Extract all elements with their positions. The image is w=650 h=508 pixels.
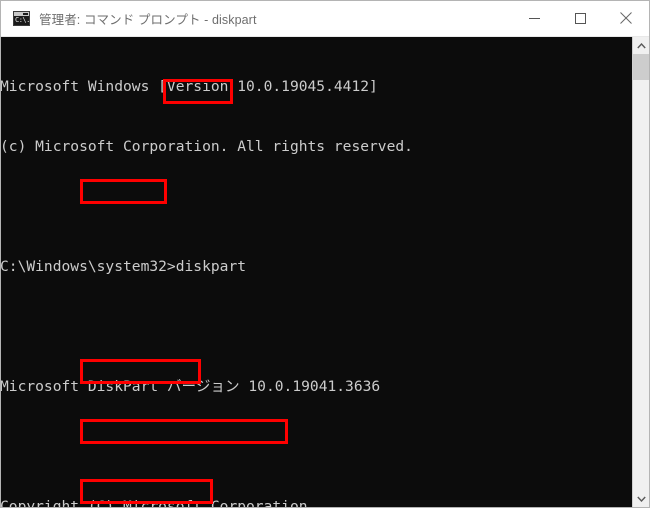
console-line: Copyright (C) Microsoft Corporation. (1, 498, 317, 507)
maximize-button[interactable] (557, 1, 603, 35)
window-titlebar[interactable]: C:\. 管理者: コマンド プロンプト - diskpart (1, 1, 649, 37)
minimize-button[interactable] (511, 1, 557, 35)
window-controls (511, 1, 649, 35)
console-line: Microsoft DiskPart バージョン 10.0.19041.3636 (1, 378, 381, 395)
window-title: 管理者: コマンド プロンプト - diskpart (39, 13, 257, 27)
close-button[interactable] (603, 1, 649, 35)
console-line: Microsoft Windows [Version 10.0.19045.44… (1, 78, 378, 95)
console-scrollbar[interactable] (632, 37, 649, 507)
console-line-command-diskpart: C:\Windows\system32>diskpart (1, 258, 247, 275)
console-line: (c) Microsoft Corporation. All rights re… (1, 138, 413, 155)
console-area: Microsoft Windows [Version 10.0.19045.44… (1, 37, 649, 507)
scrollbar-thumb[interactable] (633, 54, 649, 80)
scrollbar-track[interactable] (633, 54, 649, 490)
command-prompt-window: C:\. 管理者: コマンド プロンプト - diskpart Microsof… (0, 0, 650, 508)
cmd-icon-prompt-text: C:\. (15, 16, 30, 24)
console-output[interactable]: Microsoft Windows [Version 10.0.19045.44… (1, 37, 632, 507)
scrollbar-up-arrow[interactable] (633, 37, 649, 54)
cmd-console-icon: C:\. (13, 11, 30, 26)
console-text-block: Microsoft Windows [Version 10.0.19045.44… (1, 37, 501, 507)
scrollbar-down-arrow[interactable] (633, 490, 649, 507)
